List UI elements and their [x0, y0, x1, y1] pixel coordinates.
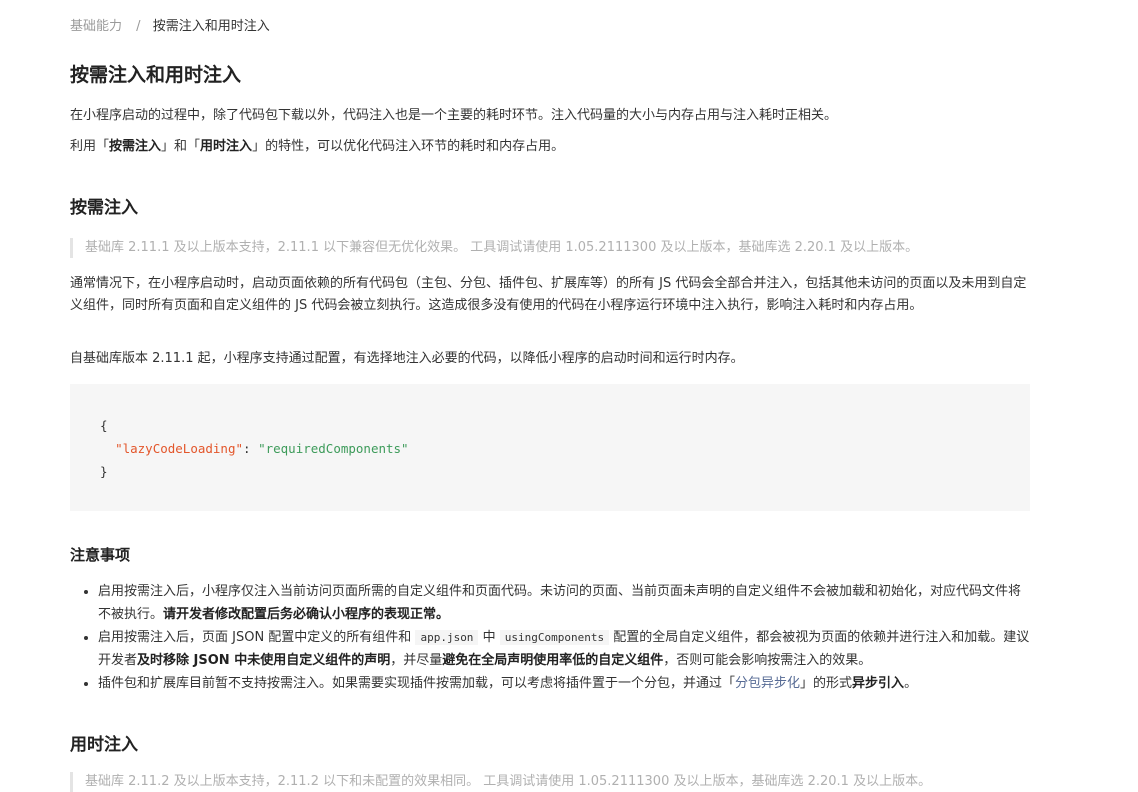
intro-text: 」的特性，可以优化代码注入环节的耗时和内存占用。	[252, 139, 565, 154]
notes-item-3: 插件包和扩展库目前暂不支持按需注入。如果需要实现插件按需加载，可以考虑将插件置于…	[98, 672, 1030, 695]
section-heading-on-demand: 按需注入	[70, 198, 138, 218]
intro-paragraph-1: 在小程序启动的过程中，除了代码包下载以外，代码注入也是一个主要的耗时环节。注入代…	[70, 108, 838, 123]
code-brace-close: }	[100, 464, 108, 479]
intro-text: 」和「	[161, 139, 201, 154]
code-colon: :	[243, 441, 259, 456]
subpackage-async-link[interactable]: 分包异步化	[735, 676, 800, 691]
notes-text: 启用按需注入后，页面 JSON 配置中定义的所有组件和	[98, 630, 412, 645]
notes-text: 。	[904, 676, 918, 691]
section1-paragraph-1: 通常情况下，在小程序启动时，启动页面依赖的所有代码包（主包、分包、插件包、扩展库…	[70, 276, 1027, 313]
notes-item-1: 启用按需注入后，小程序仅注入当前访问页面所需的自定义组件和页面代码。未访问的页面…	[98, 580, 1030, 626]
intro-bold-lazy: 用时注入	[200, 139, 253, 154]
breadcrumb-separator: /	[136, 19, 141, 34]
breadcrumb-link-basic-capabilities[interactable]: 基础能力	[70, 19, 122, 34]
notes-list: 启用按需注入后，小程序仅注入当前访问页面所需的自定义组件和页面代码。未访问的页面…	[70, 580, 1030, 695]
page-title: 按需注入和用时注入	[70, 64, 242, 86]
intro-text: 利用「	[70, 139, 110, 154]
code-key: "lazyCodeLoading"	[115, 441, 243, 456]
section-heading-lazy: 用时注入	[70, 735, 138, 755]
breadcrumb: 基础能力 / 按需注入和用时注入	[70, 18, 270, 36]
notes-bold: 避免在全局声明使用率低的自定义组件	[442, 653, 664, 668]
version-tip-lazy: 基础库 2.11.2 及以上版本支持，2.11.2 以下和未配置的效果相同。 工…	[70, 772, 1029, 792]
notes-text: 插件包和扩展库目前暂不支持按需注入。如果需要实现插件按需加载，可以考虑将插件置于…	[98, 676, 736, 691]
notes-text: 」的形式	[800, 676, 853, 691]
notes-text: 中	[482, 630, 496, 645]
notes-bold: 及时移除 JSON 中未使用自定义组件的声明	[137, 653, 391, 668]
inline-code-using-components: usingComponents	[499, 630, 610, 645]
code-brace-open: {	[100, 418, 108, 433]
code-value: "requiredComponents"	[258, 441, 409, 456]
notes-bold: 异步引入	[852, 676, 905, 691]
section1-paragraph-2: 自基础库版本 2.11.1 起，小程序支持通过配置，有选择地注入必要的代码，以降…	[70, 351, 744, 366]
intro-bold-on-demand: 按需注入	[109, 139, 162, 154]
notes-heading: 注意事项	[70, 546, 131, 564]
notes-text: ，否则可能会影响按需注入的效果。	[663, 653, 872, 668]
code-content: { "lazyCodeLoading": "requiredComponents…	[100, 414, 409, 483]
intro-paragraph-2: 利用「按需注入」和「用时注入」的特性，可以优化代码注入环节的耗时和内存占用。	[70, 136, 564, 158]
breadcrumb-current: 按需注入和用时注入	[152, 19, 270, 34]
version-tip-on-demand: 基础库 2.11.1 及以上版本支持，2.11.1 以下兼容但无优化效果。 工具…	[70, 238, 1029, 258]
notes-bold: 请开发者修改配置后务必确认小程序的表现正常。	[163, 607, 450, 622]
inline-code-app-json: app.json	[415, 630, 479, 645]
code-block: { "lazyCodeLoading": "requiredComponents…	[70, 384, 1030, 511]
notes-text: ，并尽量	[390, 653, 443, 668]
notes-item-2: 启用按需注入后，页面 JSON 配置中定义的所有组件和 app.json 中 u…	[98, 626, 1030, 672]
